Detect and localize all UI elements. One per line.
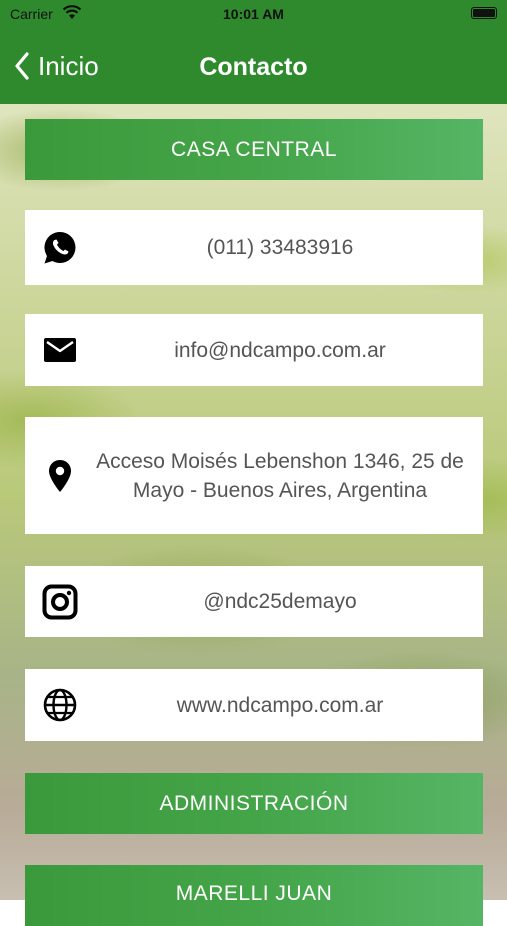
marelli-juan-header[interactable]: MARELLI JUAN (25, 865, 483, 926)
instagram-icon (42, 584, 78, 620)
status-bar: Carrier 10:01 AM (0, 0, 507, 28)
phone-card[interactable]: (011) 33483916 (25, 210, 483, 285)
instagram-card[interactable]: @ndc25demayo (25, 566, 483, 637)
page-title: Contacto (199, 53, 308, 81)
address-text: Acceso Moisés Lebenshon 1346, 25 de Mayo… (96, 449, 464, 502)
whatsapp-icon (42, 230, 78, 266)
email-address: info@ndcampo.com.ar (174, 338, 386, 362)
phone-number: (011) 33483916 (206, 236, 354, 259)
globe-icon (42, 687, 78, 723)
instagram-handle: @ndc25demayo (203, 590, 357, 613)
navigation-bar: Inicio Contacto (0, 28, 507, 104)
website-url: www.ndcampo.com.ar (176, 693, 384, 717)
location-pin-icon (42, 458, 78, 494)
website-card[interactable]: www.ndcampo.com.ar (25, 669, 483, 741)
casa-central-header[interactable]: CASA CENTRAL (25, 119, 483, 180)
administracion-header[interactable]: ADMINISTRACIÓN (25, 773, 483, 834)
email-card[interactable]: info@ndcampo.com.ar (25, 314, 483, 386)
clock: 10:01 AM (223, 6, 284, 22)
battery-icon (471, 7, 497, 19)
address-card[interactable]: Acceso Moisés Lebenshon 1346, 25 de Mayo… (25, 417, 483, 534)
mail-icon (42, 332, 78, 368)
